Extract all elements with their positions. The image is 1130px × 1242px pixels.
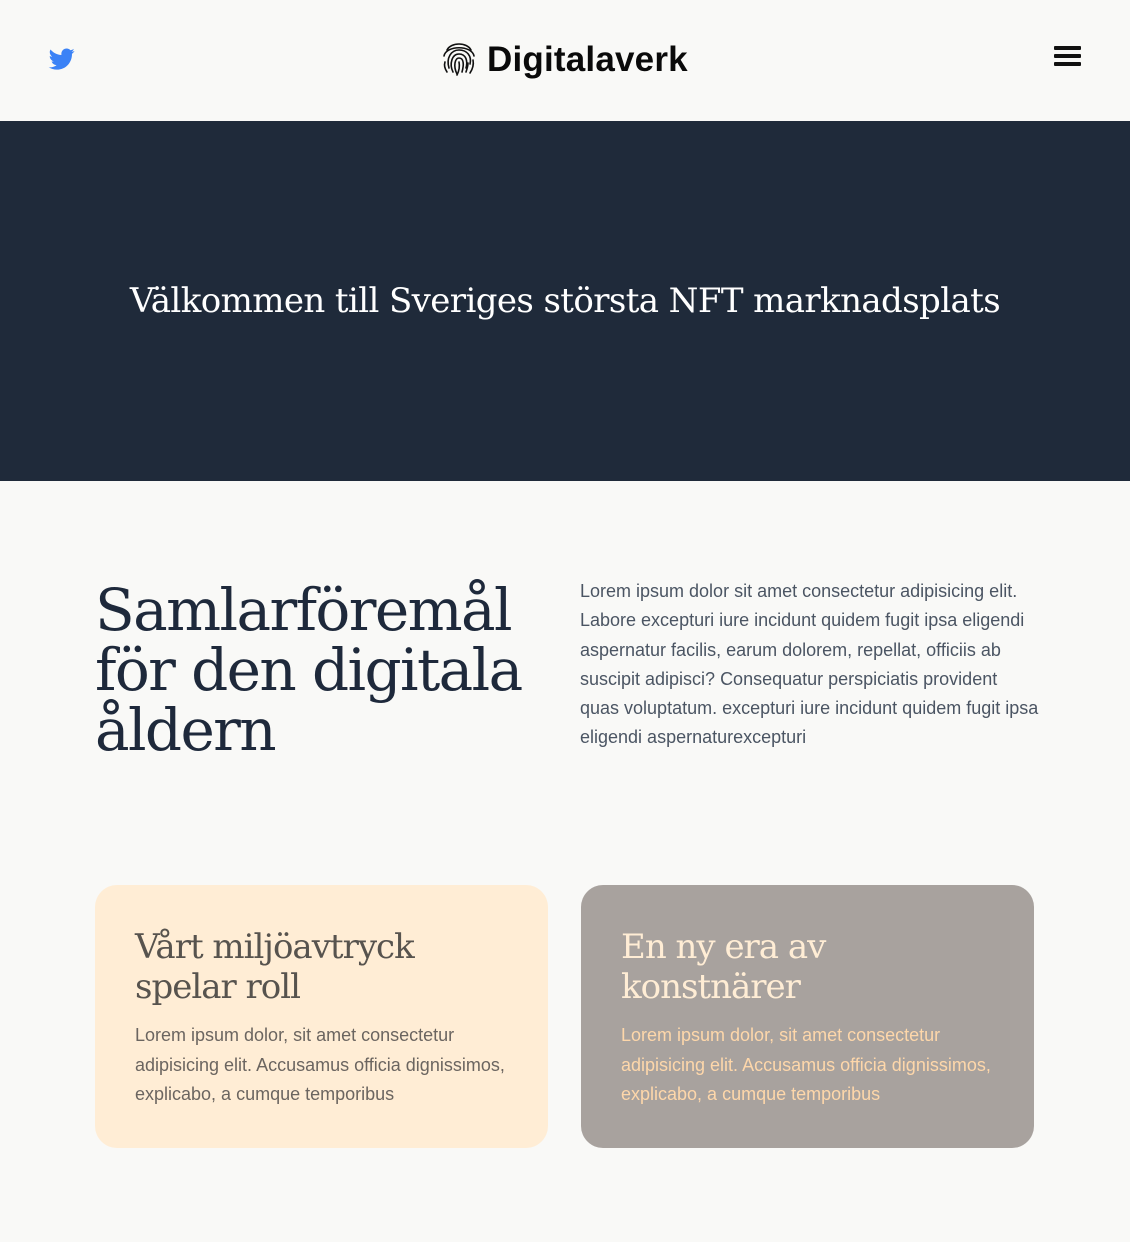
brand-name: Digitalaverk: [487, 40, 688, 79]
card-environment: Vårt miljöavtryck spelar roll Lorem ipsu…: [95, 885, 548, 1148]
card-title: En ny era av konstnärer: [621, 927, 826, 1007]
hero-section: Välkommen till Sveriges största NFT mark…: [0, 121, 1130, 481]
card-title: Vårt miljöavtryck spelar roll: [135, 927, 415, 1007]
fingerprint-icon: [441, 38, 477, 83]
hamburger-menu-icon[interactable]: [1054, 46, 1082, 68]
twitter-icon[interactable]: [48, 46, 76, 72]
intro-text: Lorem ipsum dolor sit amet consectetur a…: [580, 581, 1039, 748]
site-header: Digitalaverk: [0, 0, 1130, 120]
card-text: Lorem ipsum dolor, sit amet consectetur …: [135, 1025, 505, 1104]
brand-home-link[interactable]: Digitalaverk: [441, 36, 688, 84]
card-text: Lorem ipsum dolor, sit amet consectetur …: [621, 1025, 991, 1104]
hero-title: Välkommen till Sveriges största NFT mark…: [129, 281, 1001, 321]
card-new-era: En ny era av konstnärer Lorem ipsum dolo…: [581, 885, 1034, 1148]
intro-heading: Samlarföremål för den digitala åldern: [95, 576, 523, 764]
